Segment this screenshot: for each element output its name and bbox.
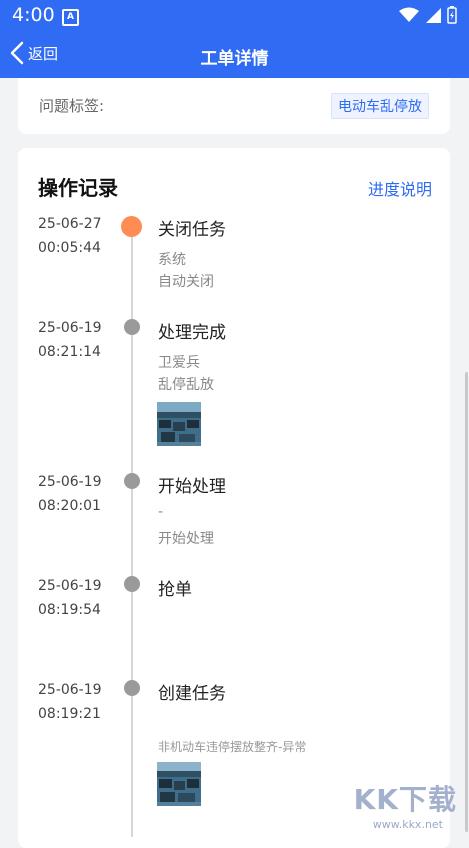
timeline-dot xyxy=(124,473,140,489)
watermark-logo: KK下载 xyxy=(353,783,457,816)
record-datetime: 25-06-27 00:05:44 xyxy=(38,212,102,260)
timeline-dot-active xyxy=(121,216,142,237)
timeline-dot xyxy=(124,576,140,592)
record-datetime: 25-06-19 08:19:21 xyxy=(38,678,102,726)
record-date: 25-06-27 xyxy=(38,216,102,232)
page-title: 工单详情 xyxy=(200,49,269,69)
record-time: 08:21:14 xyxy=(38,344,101,360)
record-action: 开始处理 xyxy=(158,477,226,497)
record-note: 乱停乱放 xyxy=(158,377,214,393)
issue-tag-badge: 电动车乱停放 xyxy=(331,93,429,119)
record-time: 08:20:01 xyxy=(38,498,101,514)
watermark-url: www.kkx.net xyxy=(372,818,443,831)
record-note: 开始处理 xyxy=(158,531,214,547)
record-action: 关闭任务 xyxy=(158,220,226,240)
record-datetime: 25-06-19 08:21:14 xyxy=(38,316,102,364)
record-note: 自动关闭 xyxy=(158,274,214,290)
scrollbar[interactable] xyxy=(465,372,468,832)
battery-icon xyxy=(447,6,457,24)
progress-link[interactable]: 进度说明 xyxy=(368,176,432,200)
records-card: 操作记录 进度说明 25-06-27 00:05:44 关闭任务 系统 自动关闭… xyxy=(18,148,450,848)
status-bar: 4:00 A xyxy=(0,0,469,32)
parking-photo-thumbnail[interactable] xyxy=(157,402,201,446)
notification-icon: A xyxy=(62,9,79,26)
signal-icon xyxy=(426,8,441,23)
record-action: 处理完成 xyxy=(158,323,226,343)
title-bar: 返回 工单详情 xyxy=(0,32,469,78)
wifi-icon xyxy=(399,7,419,22)
record-time: 08:19:21 xyxy=(38,706,101,722)
record-date: 25-06-19 xyxy=(38,474,102,490)
record-actor: - xyxy=(158,504,164,520)
record-action: 创建任务 xyxy=(158,684,226,704)
record-time: 08:19:54 xyxy=(38,602,101,618)
record-note: 非机动车违停摆放整齐-异常 xyxy=(158,740,307,754)
issue-tag-label: 问题标签: xyxy=(39,97,105,115)
record-date: 25-06-19 xyxy=(38,578,102,594)
record-actor: 卫爱兵 xyxy=(158,355,200,371)
parking-photo-thumbnail[interactable] xyxy=(157,762,201,806)
record-action: 抢单 xyxy=(158,580,192,600)
status-icons xyxy=(399,6,457,24)
record-time: 00:05:44 xyxy=(38,240,101,256)
issue-tag-card: 问题标签: 电动车乱停放 xyxy=(18,78,450,134)
timeline-dot xyxy=(124,680,140,696)
record-actor: 系统 xyxy=(158,252,186,268)
record-date: 25-06-19 xyxy=(38,682,102,698)
record-datetime: 25-06-19 08:20:01 xyxy=(38,470,102,518)
records-title: 操作记录 xyxy=(38,176,118,200)
record-date: 25-06-19 xyxy=(38,320,102,336)
status-time: 4:00 xyxy=(12,4,55,26)
record-datetime: 25-06-19 08:19:54 xyxy=(38,574,102,622)
timeline-dot xyxy=(124,319,140,335)
